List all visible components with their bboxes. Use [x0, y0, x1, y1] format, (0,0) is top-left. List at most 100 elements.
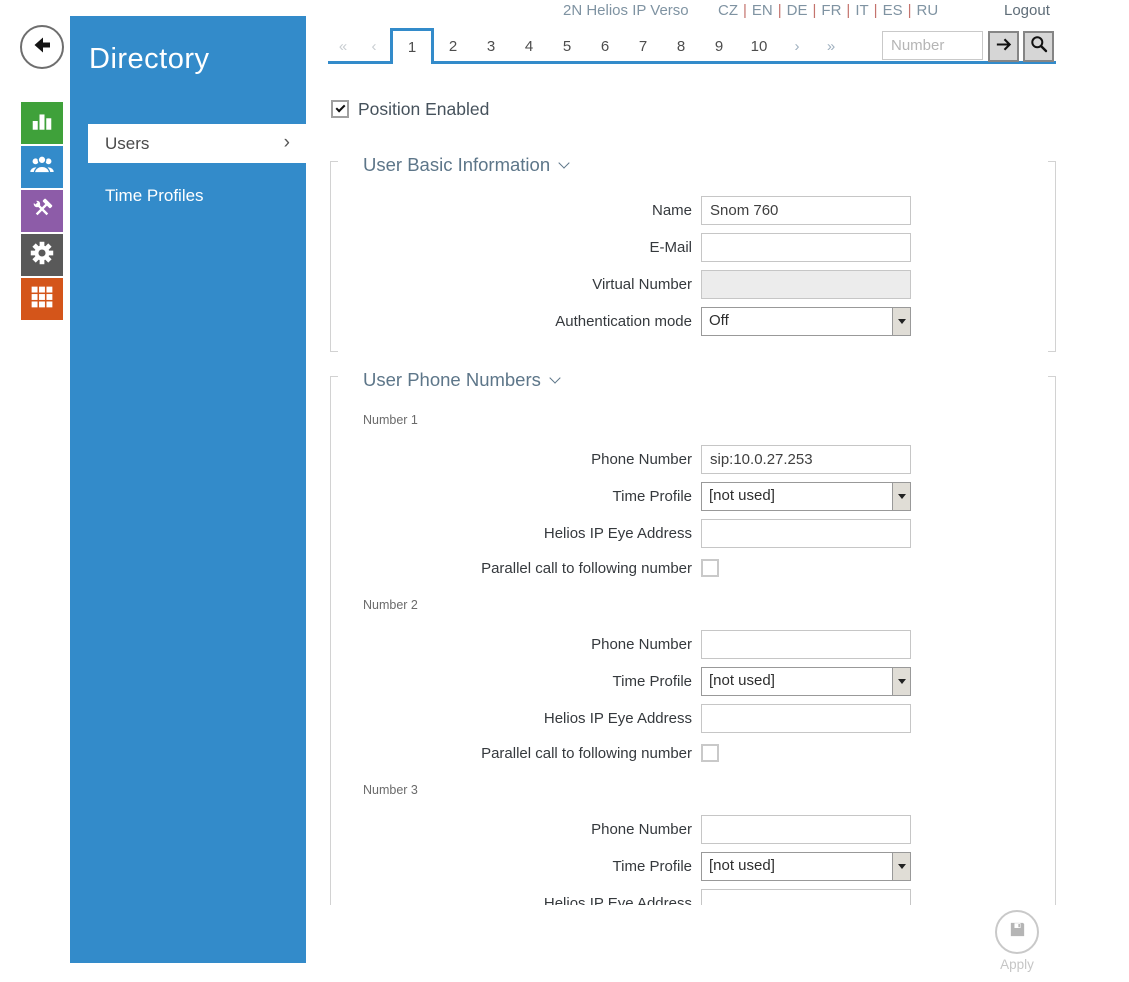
phone-number-row: Phone Number [330, 445, 1056, 474]
page-1-active[interactable]: 1 [390, 28, 434, 64]
back-button[interactable] [20, 25, 64, 69]
sidebar-tab-services[interactable] [21, 234, 63, 276]
tools-icon [29, 196, 55, 227]
authentication-mode-row: Authentication mode Off [330, 307, 1056, 336]
sidebar-tab-directory[interactable] [21, 146, 63, 188]
name-label: Name [330, 196, 692, 225]
selected-value: [not used] [702, 853, 892, 880]
page-first[interactable]: « [328, 28, 358, 64]
bar-chart-icon [30, 109, 54, 138]
parallel-call-row: Parallel call to following number [330, 742, 1056, 766]
sidebar-item-time-profiles[interactable]: Time Profiles [105, 186, 204, 206]
number-3-heading: Number 3 [363, 783, 418, 797]
virtual-number-row: Virtual Number [330, 270, 1056, 299]
page-last[interactable]: » [814, 28, 848, 64]
page-9[interactable]: 9 [700, 28, 738, 64]
chevron-down-icon [549, 372, 560, 383]
search-button[interactable] [1023, 31, 1054, 62]
phone-number-label: Phone Number [330, 815, 692, 844]
page-8[interactable]: 8 [662, 28, 700, 64]
section-panel: Directory Users › Time Profiles [70, 16, 306, 963]
time-profile-label: Time Profile [330, 482, 692, 511]
page-2[interactable]: 2 [434, 28, 472, 64]
phone-number-2-input[interactable] [701, 630, 911, 659]
phone-number-1-input[interactable] [701, 445, 911, 474]
eye-address-row: Helios IP Eye Address [330, 519, 1056, 548]
number-search-input[interactable] [882, 31, 983, 60]
time-profile-3-select[interactable]: [not used] [701, 852, 911, 881]
sidebar-tab-status[interactable] [21, 102, 63, 144]
page-3[interactable]: 3 [472, 28, 510, 64]
time-profile-2-select[interactable]: [not used] [701, 667, 911, 696]
position-enabled-checkbox[interactable] [331, 100, 349, 118]
eye-address-row: Helios IP Eye Address [330, 889, 1056, 905]
parallel-call-2-checkbox[interactable] [701, 744, 719, 762]
email-row: E-Mail [330, 233, 1056, 262]
time-profile-label: Time Profile [330, 667, 692, 696]
parallel-call-label: Parallel call to following number [330, 557, 692, 581]
section-user-basic-information: User Basic Information Name E-Mail Virtu… [330, 158, 1056, 352]
grid-icon [30, 285, 54, 314]
section-heading: User Basic Information [363, 154, 568, 176]
email-input[interactable] [701, 233, 911, 262]
name-row: Name [330, 196, 1056, 225]
eye-address-2-input[interactable] [701, 704, 911, 733]
section-title: User Basic Information [363, 154, 550, 176]
sidebar-tab-hardware[interactable] [21, 190, 63, 232]
lang-it[interactable]: IT [855, 2, 868, 19]
save-floppy-icon [1008, 920, 1027, 944]
eye-address-row: Helios IP Eye Address [330, 704, 1056, 733]
eye-address-label: Helios IP Eye Address [330, 519, 692, 548]
parallel-call-1-checkbox[interactable] [701, 559, 719, 577]
selected-value: [not used] [702, 483, 892, 510]
separator: | [773, 2, 787, 19]
time-profile-row: Time Profile [not used] [330, 667, 1056, 696]
dropdown-arrow-icon [892, 483, 910, 510]
authentication-mode-select[interactable]: Off [701, 307, 911, 336]
sidebar-item-users[interactable]: Users › [88, 124, 306, 163]
number-2-heading: Number 2 [363, 598, 418, 612]
main-content: Position Enabled User Basic Information … [328, 90, 1056, 905]
section-heading: User Phone Numbers [363, 369, 559, 391]
section-user-phone-numbers: User Phone Numbers Number 1 Phone Number… [330, 373, 1056, 905]
time-profile-1-select[interactable]: [not used] [701, 482, 911, 511]
name-input[interactable] [701, 196, 911, 225]
lang-en[interactable]: EN [752, 2, 773, 19]
separator: | [808, 2, 822, 19]
logout-link[interactable]: Logout [1004, 2, 1050, 19]
go-to-number-button[interactable] [988, 31, 1019, 62]
phone-number-label: Phone Number [330, 445, 692, 474]
page-next[interactable]: › [780, 28, 814, 64]
sidebar-tab-system[interactable] [21, 278, 63, 320]
eye-address-label: Helios IP Eye Address [330, 704, 692, 733]
page-5[interactable]: 5 [548, 28, 586, 64]
email-label: E-Mail [330, 233, 692, 262]
lang-fr[interactable]: FR [821, 2, 841, 19]
page-prev[interactable]: ‹ [358, 28, 390, 64]
separator: | [841, 2, 855, 19]
apply-label: Apply [993, 957, 1041, 972]
virtual-number-input [701, 270, 911, 299]
phone-number-3-input[interactable] [701, 815, 911, 844]
eye-address-label: Helios IP Eye Address [330, 889, 692, 905]
dropdown-arrow-icon [892, 668, 910, 695]
lang-de[interactable]: DE [787, 2, 808, 19]
page-10[interactable]: 10 [738, 28, 780, 64]
checkmark-icon [336, 103, 346, 113]
page-title: Directory [89, 43, 210, 76]
time-profile-label: Time Profile [330, 852, 692, 881]
apply-button-circle[interactable] [995, 910, 1039, 954]
apply-button[interactable]: Apply [993, 910, 1041, 972]
eye-address-1-input[interactable] [701, 519, 911, 548]
selected-value: [not used] [702, 668, 892, 695]
page-7[interactable]: 7 [624, 28, 662, 64]
eye-address-3-input[interactable] [701, 889, 911, 905]
lang-es[interactable]: ES [883, 2, 903, 19]
lang-cz[interactable]: CZ [718, 2, 738, 19]
page-6[interactable]: 6 [586, 28, 624, 64]
chevron-right-icon: › [284, 124, 290, 161]
authentication-mode-label: Authentication mode [330, 307, 692, 336]
separator: | [738, 2, 752, 19]
lang-ru[interactable]: RU [916, 2, 938, 19]
page-4[interactable]: 4 [510, 28, 548, 64]
